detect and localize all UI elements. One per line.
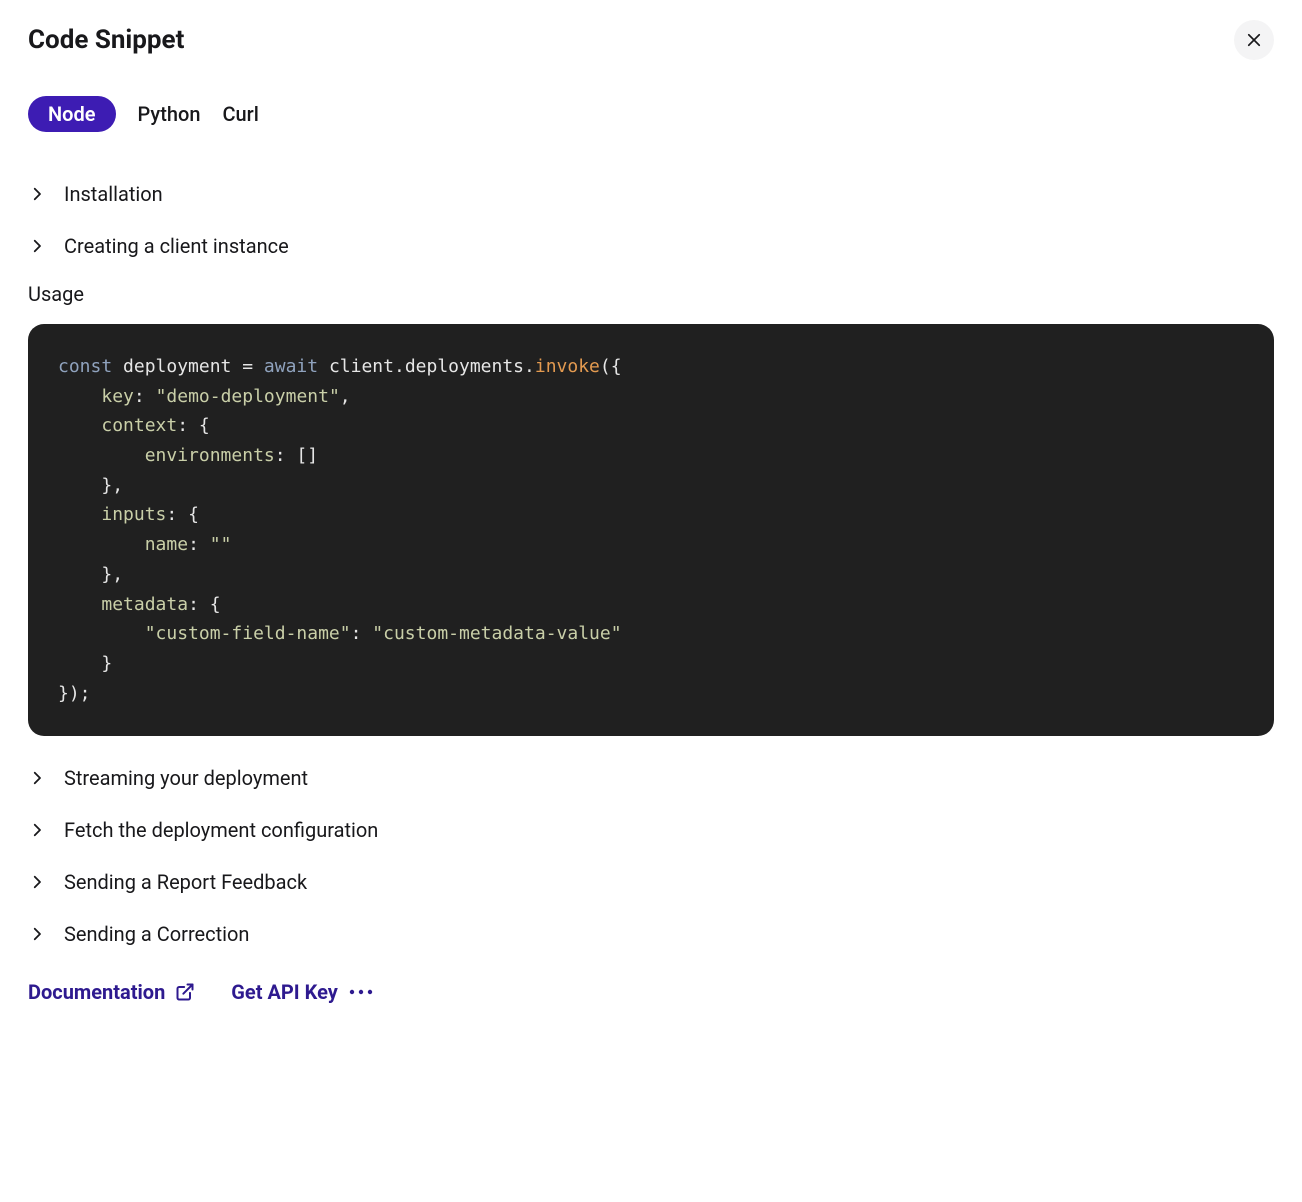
asterisks-icon	[348, 985, 374, 999]
code-token: "demo-deployment"	[156, 386, 340, 407]
code-token: =	[242, 356, 264, 377]
chevron-right-icon	[28, 925, 46, 943]
external-link-icon	[175, 982, 195, 1002]
code-token: invoke	[535, 356, 600, 377]
code-token: });	[58, 683, 91, 704]
code-token: :	[351, 623, 373, 644]
code-token: name	[145, 534, 188, 555]
code-token: :	[134, 386, 156, 407]
footer-link-label: Documentation	[28, 980, 165, 1004]
section-label: Streaming your deployment	[64, 766, 308, 790]
tab-python[interactable]: Python	[138, 96, 201, 132]
chevron-right-icon	[28, 769, 46, 787]
code-token: "custom-field-name"	[145, 623, 351, 644]
documentation-link[interactable]: Documentation	[28, 980, 195, 1004]
code-token: .	[524, 356, 535, 377]
code-token: : []	[275, 445, 318, 466]
footer-link-label: Get API Key	[231, 980, 338, 1004]
section-label: Installation	[64, 182, 163, 206]
code-token: environments	[145, 445, 275, 466]
section-label: Creating a client instance	[64, 234, 289, 258]
code-token: }	[101, 653, 112, 674]
code-token: : {	[188, 594, 221, 615]
language-tabs: Node Python Curl	[28, 96, 1274, 132]
chevron-right-icon	[28, 237, 46, 255]
section-creating-client[interactable]: Creating a client instance	[28, 220, 1274, 272]
code-token: deployments	[405, 356, 524, 377]
section-report-feedback[interactable]: Sending a Report Feedback	[28, 856, 1274, 908]
close-button[interactable]	[1234, 20, 1274, 60]
code-token: },	[101, 475, 123, 496]
code-token: inputs	[101, 504, 166, 525]
code-token: deployment	[112, 356, 242, 377]
tab-node[interactable]: Node	[28, 96, 116, 132]
chevron-right-icon	[28, 873, 46, 891]
code-token: },	[101, 564, 123, 585]
section-installation[interactable]: Installation	[28, 168, 1274, 220]
section-correction[interactable]: Sending a Correction	[28, 908, 1274, 960]
code-block: const deployment = await client.deployme…	[28, 324, 1274, 736]
usage-heading: Usage	[28, 282, 1274, 306]
section-streaming[interactable]: Streaming your deployment	[28, 752, 1274, 804]
section-label: Sending a Correction	[64, 922, 249, 946]
code-token: ""	[210, 534, 232, 555]
code-token: key	[101, 386, 134, 407]
code-token: : {	[177, 415, 210, 436]
close-icon	[1245, 31, 1263, 49]
code-token: const	[58, 356, 112, 377]
code-token: await	[264, 356, 318, 377]
code-token: :	[188, 534, 210, 555]
code-token: metadata	[101, 594, 188, 615]
section-label: Fetch the deployment configuration	[64, 818, 378, 842]
page-title: Code Snippet	[28, 25, 184, 55]
code-token: client	[318, 356, 394, 377]
chevron-right-icon	[28, 185, 46, 203]
section-fetch-config[interactable]: Fetch the deployment configuration	[28, 804, 1274, 856]
code-token: context	[101, 415, 177, 436]
get-api-key-link[interactable]: Get API Key	[231, 980, 374, 1004]
code-token: : {	[166, 504, 199, 525]
code-token: ,	[340, 386, 351, 407]
code-token: ({	[600, 356, 622, 377]
code-token: "custom-metadata-value"	[372, 623, 621, 644]
section-label: Sending a Report Feedback	[64, 870, 307, 894]
chevron-right-icon	[28, 821, 46, 839]
code-token: .	[394, 356, 405, 377]
tab-curl[interactable]: Curl	[222, 96, 258, 132]
